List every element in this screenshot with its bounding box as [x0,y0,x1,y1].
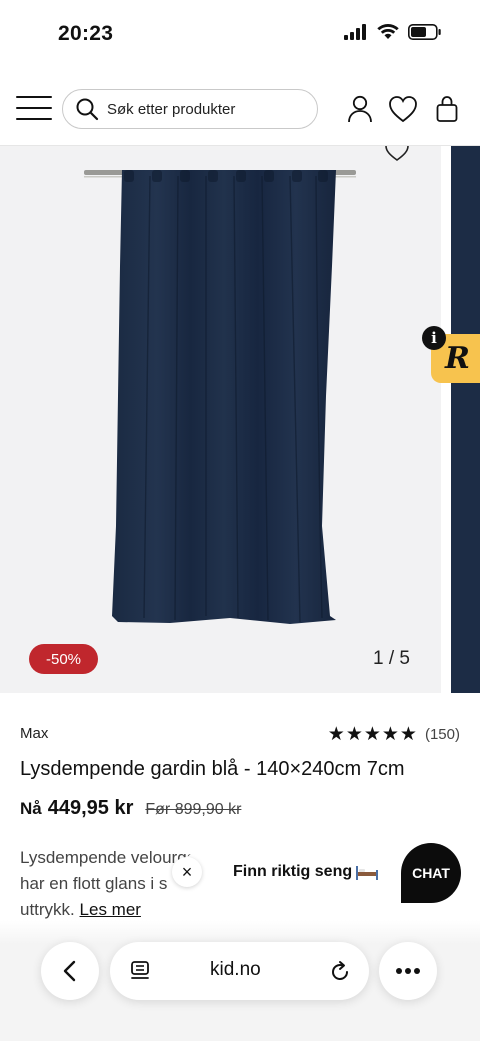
discount-badge: -50% [29,644,98,674]
more-icon [396,968,420,974]
reader-icon [131,961,149,979]
product-title: Lysdempende gardin blå - 140×240cm 7cm [20,758,405,780]
site-header [0,72,480,146]
curtain-image [84,170,356,624]
slide-counter: 1 / 5 [373,648,410,669]
heart-icon [389,96,417,123]
product-brand: Max [20,725,49,742]
menu-button[interactable] [16,94,52,122]
account-button[interactable] [345,94,375,124]
address-bar[interactable]: kid.no [110,942,369,1000]
description-text: uttrykk. [20,900,75,919]
price-label: Nå [20,799,42,818]
url-text: kid.no [210,959,261,980]
menu-icon-line [16,107,52,109]
heart-icon [385,146,409,161]
bed-icon [356,866,379,880]
back-button[interactable] [41,942,99,1000]
rating-stars: ★★★★★ [327,724,418,745]
status-bar: 20:23 [0,0,480,72]
product-rating[interactable]: ★★★★★ (150) [328,723,460,746]
battery-icon [408,24,441,40]
read-more-link[interactable]: Les mer [80,900,141,919]
cart-button[interactable] [432,94,462,124]
search-input[interactable] [107,100,307,118]
info-icon[interactable]: i [422,326,446,350]
bed-finder-label: Finn riktig seng [233,863,353,880]
add-to-wishlist-button[interactable] [382,146,412,166]
search-bar[interactable] [62,89,318,129]
rating-count: (150) [424,726,460,743]
status-time: 20:23 [58,22,114,45]
reload-icon [332,961,348,980]
tab-overview-button[interactable] [126,957,154,985]
chevron-left-icon [63,960,76,982]
more-options-button[interactable] [379,942,437,1000]
product-image-slide[interactable] [0,146,441,693]
wifi-icon [377,24,399,39]
reviews-logo-icon: R [445,341,470,376]
product-gallery[interactable]: -50% 1 / 5 [0,146,480,693]
next-product-image[interactable] [451,146,480,693]
menu-icon-line [16,96,52,98]
search-icon [76,98,99,121]
status-icons [344,24,442,40]
bed-finder-link[interactable]: Finn riktig seng [233,863,379,881]
chat-button[interactable]: CHAT [401,843,461,903]
wishlist-button[interactable] [388,94,418,124]
cellular-signal-icon [344,24,366,40]
close-icon[interactable]: × [172,857,202,887]
previous-price: Før 899,90 kr [145,801,242,818]
account-icon [348,95,372,123]
current-price: 449,95 kr [47,797,134,819]
reload-button[interactable] [326,957,354,985]
menu-icon-line [16,118,52,120]
price-row: Nå 449,95 kr Før 899,90 kr [20,797,241,820]
description-text: har en flott glans i s [20,874,168,893]
bag-icon [436,96,458,122]
